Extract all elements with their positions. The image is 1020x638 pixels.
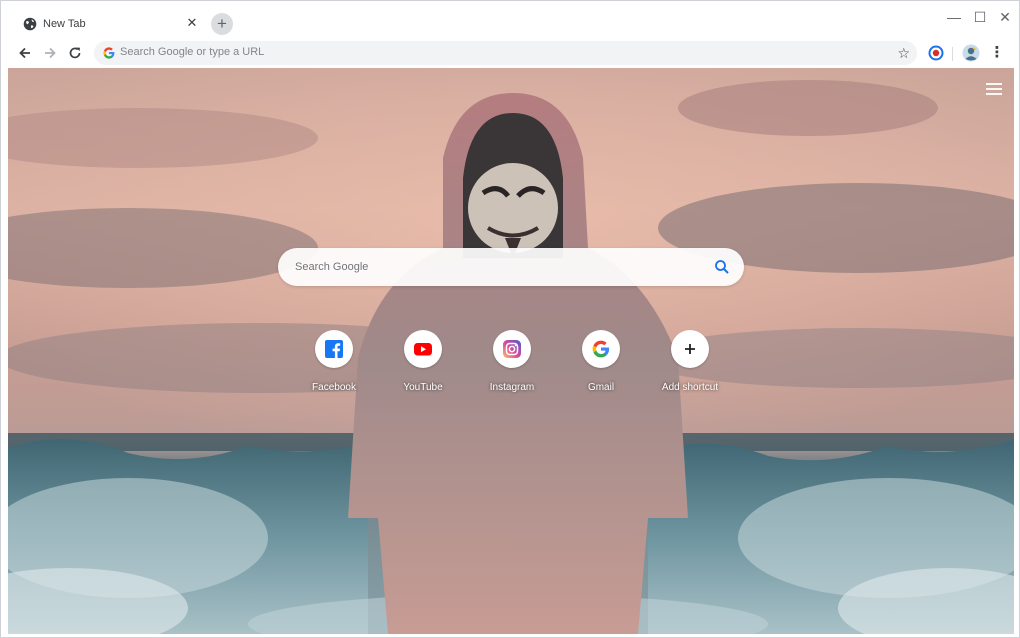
arrow-left-icon	[19, 47, 30, 59]
reload-icon	[69, 47, 81, 59]
new-tab-page: Search Google Facebook YouTube Instagram…	[8, 68, 1014, 634]
maximize-button[interactable]: ☐	[972, 9, 988, 25]
shortcut-tile[interactable]	[582, 330, 620, 368]
bookmark-star-icon[interactable]: ☆	[897, 44, 910, 62]
forward-button[interactable]	[40, 43, 60, 63]
shortcut-grid: Facebook YouTube Instagram Gmail Add sho…	[304, 330, 724, 400]
shortcut-instagram[interactable]: Instagram	[482, 330, 542, 398]
tab-new-tab[interactable]: New Tab ✕	[11, 10, 206, 39]
shortcut-facebook[interactable]: Facebook	[304, 330, 364, 398]
tab-title: New Tab	[43, 18, 86, 30]
reload-button[interactable]	[65, 43, 85, 63]
more-options-icon[interactable]: ⋮	[989, 43, 1005, 63]
google-icon	[103, 47, 115, 59]
shortcut-tile[interactable]	[315, 330, 353, 368]
shortcut-youtube[interactable]: YouTube	[393, 330, 453, 398]
extension-icon[interactable]	[926, 43, 946, 63]
ntp-search-placeholder: Search Google	[295, 261, 369, 273]
shortcut-gmail[interactable]: Gmail	[571, 330, 631, 398]
minimize-button[interactable]: —	[946, 9, 962, 25]
shortcut-tile[interactable]	[671, 330, 709, 368]
instagram-icon	[503, 340, 521, 358]
new-tab-button[interactable]: +	[211, 13, 233, 35]
browser-window: New Tab ✕ + — ☐ ✕ Search Google or type …	[0, 0, 1020, 638]
shortcut-label: Facebook	[312, 382, 356, 393]
facebook-icon	[325, 340, 343, 358]
arrow-right-icon	[45, 47, 56, 59]
shortcut-label: Gmail	[587, 382, 615, 393]
youtube-icon	[414, 343, 432, 356]
toolbar-divider	[952, 47, 953, 61]
shortcut-tile[interactable]	[404, 330, 442, 368]
back-button[interactable]	[15, 43, 35, 63]
google-icon	[592, 340, 610, 358]
search-icon[interactable]	[714, 259, 730, 275]
plus-icon	[685, 344, 695, 354]
ntp-search-box[interactable]: Search Google	[278, 248, 744, 286]
shortcut-label: YouTube	[403, 382, 443, 393]
shortcut-label: Instagram	[489, 382, 535, 393]
globe-icon	[23, 17, 37, 31]
profile-avatar[interactable]	[961, 43, 981, 63]
address-bar-placeholder: Search Google or type a URL	[120, 46, 265, 58]
toolbar: Search Google or type a URL ☆ ⋮	[1, 39, 1019, 67]
tab-close-icon[interactable]: ✕	[185, 16, 199, 30]
shortcut-add[interactable]: Add shortcut	[660, 330, 720, 398]
tab-strip: New Tab ✕ + — ☐ ✕	[1, 1, 1019, 39]
close-window-button[interactable]: ✕	[997, 9, 1013, 25]
shortcut-label: Add shortcut	[661, 382, 719, 393]
customize-menu-icon[interactable]	[986, 83, 1002, 97]
shortcut-tile[interactable]	[493, 330, 531, 368]
address-bar[interactable]: Search Google or type a URL ☆	[94, 41, 917, 65]
